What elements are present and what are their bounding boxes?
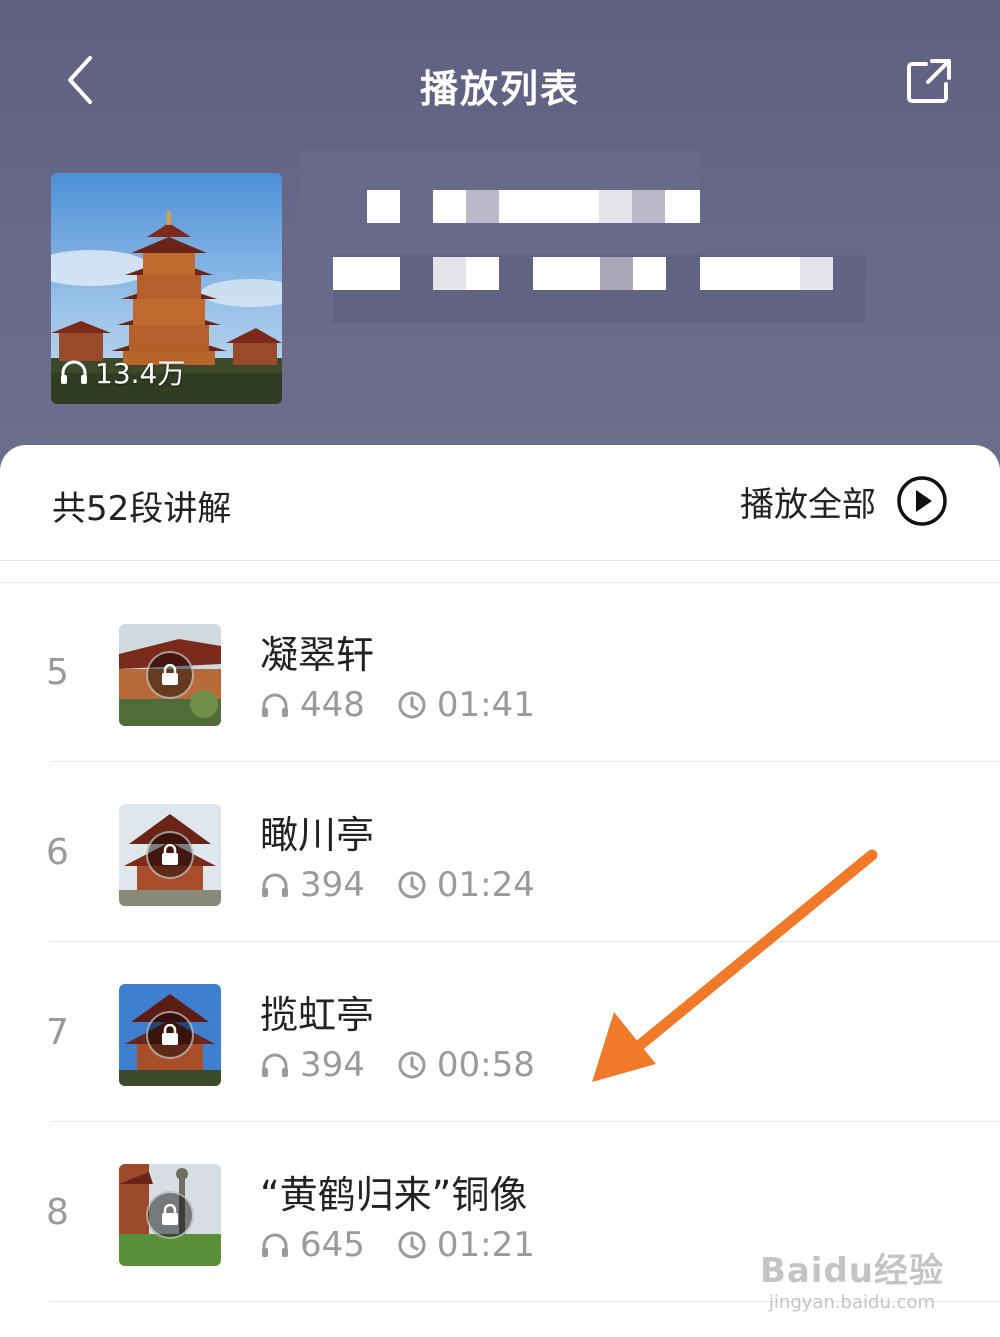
item-thumbnail: [119, 804, 221, 906]
item-plays: 645: [300, 1225, 365, 1265]
headphones-icon: [262, 1233, 288, 1257]
episode-count: 共52段讲解: [52, 489, 232, 529]
play-all-label: 播放全部: [740, 484, 876, 525]
lock-icon: [146, 831, 194, 879]
item-index: 7: [46, 1012, 69, 1053]
headphones-icon: [262, 1053, 288, 1077]
item-thumbnail: [119, 624, 221, 726]
item-plays: 394: [300, 865, 365, 905]
clock-icon: [398, 1051, 426, 1079]
lock-icon: [146, 651, 194, 699]
play-circle-icon: [897, 476, 947, 526]
item-meta: 448 01:41: [260, 685, 535, 725]
item-duration: 01:21: [436, 1225, 535, 1265]
item-meta: 645 01:21: [260, 1225, 535, 1265]
item-index: 8: [46, 1192, 69, 1233]
divider: [0, 560, 1000, 561]
item-plays: 448: [300, 685, 365, 725]
lock-icon: [146, 1191, 194, 1239]
headphones-icon: [262, 873, 288, 897]
album-cover[interactable]: 13.4万: [51, 173, 282, 404]
item-meta: 394 00:58: [260, 1045, 535, 1085]
item-meta: 394 01:24: [260, 865, 535, 905]
item-index: 6: [46, 832, 69, 873]
item-duration: 00:58: [436, 1045, 535, 1085]
item-title: 瞰川亭: [260, 813, 375, 857]
item-duration: 01:24: [436, 865, 535, 905]
album-title-redacted: [300, 150, 866, 323]
item-index: 5: [46, 652, 69, 693]
item-duration: 01:41: [436, 685, 535, 725]
playlist-sheet: 共52段讲解 播放全部 5 凝翠轩 448 01:41 6 瞰川亭 394 01…: [0, 445, 1000, 1337]
lock-icon: [146, 1011, 194, 1059]
headphones-icon: [61, 360, 87, 384]
list-item[interactable]: 5 凝翠轩 448 01:41: [0, 582, 1000, 762]
share-external-icon[interactable]: [904, 56, 954, 106]
album-play-count: 13.4万: [59, 352, 185, 392]
item-title: 凝翠轩: [260, 633, 375, 677]
clock-icon: [398, 1231, 426, 1259]
clock-icon: [398, 691, 426, 719]
watermark: Baidu经验 jingyan.baidu.com: [760, 1243, 944, 1313]
item-thumbnail: [119, 1164, 221, 1266]
watermark-url: jingyan.baidu.com: [768, 1292, 936, 1313]
page-title: 播放列表: [419, 67, 580, 111]
item-thumbnail: [119, 984, 221, 1086]
list-item[interactable]: 7 揽虹亭 394 00:58: [0, 942, 1000, 1122]
header: 播放列表 13.4万: [0, 0, 1000, 480]
headphones-icon: [262, 693, 288, 717]
item-title: 揽虹亭: [260, 993, 375, 1037]
item-plays: 394: [300, 1045, 365, 1085]
clock-icon: [398, 871, 426, 899]
item-title: “黄鹤归来”铜像: [260, 1173, 528, 1217]
play-all-button[interactable]: 播放全部: [740, 475, 948, 527]
watermark-logo: Baidu经验: [759, 1251, 944, 1291]
list-item[interactable]: 6 瞰川亭 394 01:24: [0, 762, 1000, 942]
